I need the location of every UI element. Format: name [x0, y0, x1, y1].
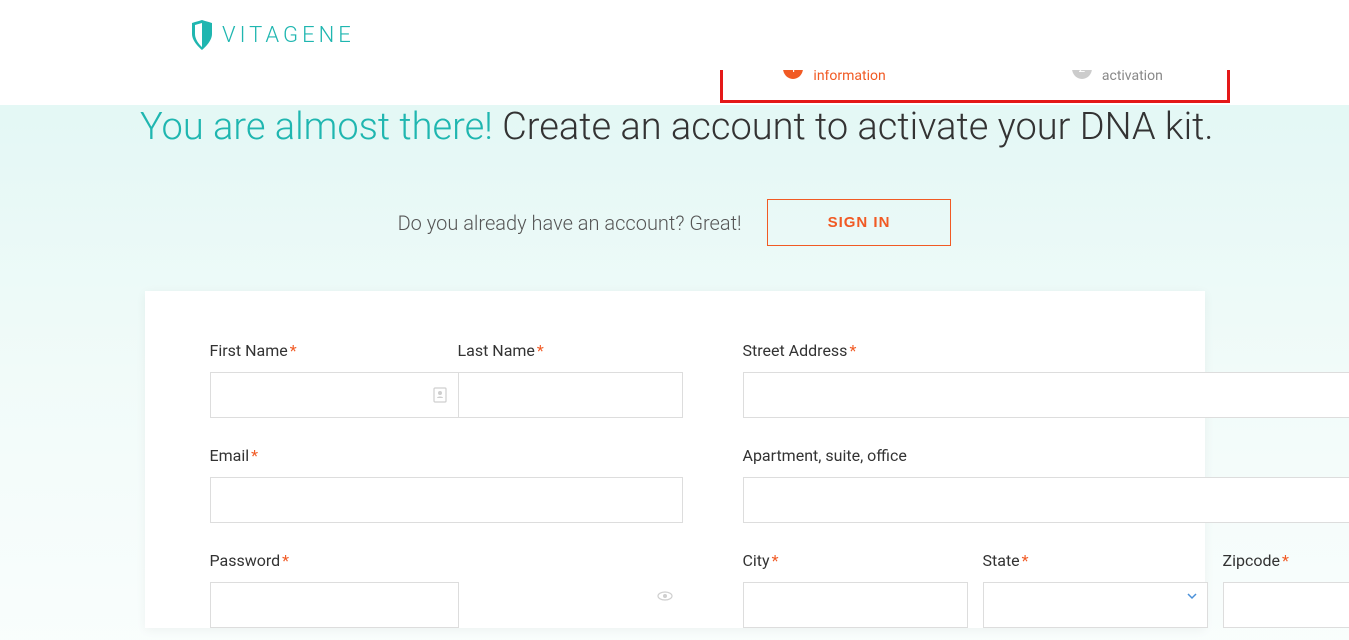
password-label: Password* [210, 551, 683, 570]
brand-name: VITAGENE [222, 23, 355, 48]
page-headline: You are almost there! Create an account … [0, 105, 1349, 149]
zipcode-field[interactable] [1223, 582, 1349, 628]
street-field[interactable] [743, 372, 1349, 418]
street-label: Street Address* [743, 341, 1349, 360]
password-field[interactable] [210, 582, 459, 628]
eye-icon[interactable] [657, 588, 673, 604]
main-content: You are almost there! Create an account … [0, 70, 1349, 628]
signin-prompt: Do you already have an account? Great! [398, 211, 742, 235]
city-label: City* [743, 551, 968, 570]
first-name-field[interactable] [210, 372, 458, 418]
email-field[interactable] [210, 477, 683, 523]
headline-accent: You are almost there! [140, 105, 493, 149]
form-right-column: Street Address* Apartment, suite, office [743, 341, 1349, 628]
apt-label: Apartment, suite, office [743, 446, 1349, 465]
form-left-column: First Name* Last [210, 341, 683, 628]
zipcode-label: Zipcode* [1223, 551, 1349, 570]
headline-rest: Create an account to activate your DNA k… [493, 105, 1214, 149]
contact-icon [432, 387, 448, 403]
brand-logo[interactable]: VITAGENE [190, 20, 355, 50]
last-name-field[interactable] [458, 372, 683, 418]
header: VITAGENE [0, 0, 1349, 70]
state-field[interactable] [983, 582, 1208, 628]
account-form-card: First Name* Last [145, 291, 1205, 628]
email-label: Email* [210, 446, 683, 465]
city-field[interactable] [743, 582, 968, 628]
last-name-label: Last Name* [458, 341, 683, 360]
signin-button[interactable]: SIGN IN [767, 199, 952, 246]
state-label: State* [983, 551, 1208, 570]
shield-icon [190, 20, 214, 50]
first-name-label: First Name* [210, 341, 458, 360]
signin-row: Do you already have an account? Great! S… [0, 199, 1349, 246]
apt-field[interactable] [743, 477, 1349, 523]
